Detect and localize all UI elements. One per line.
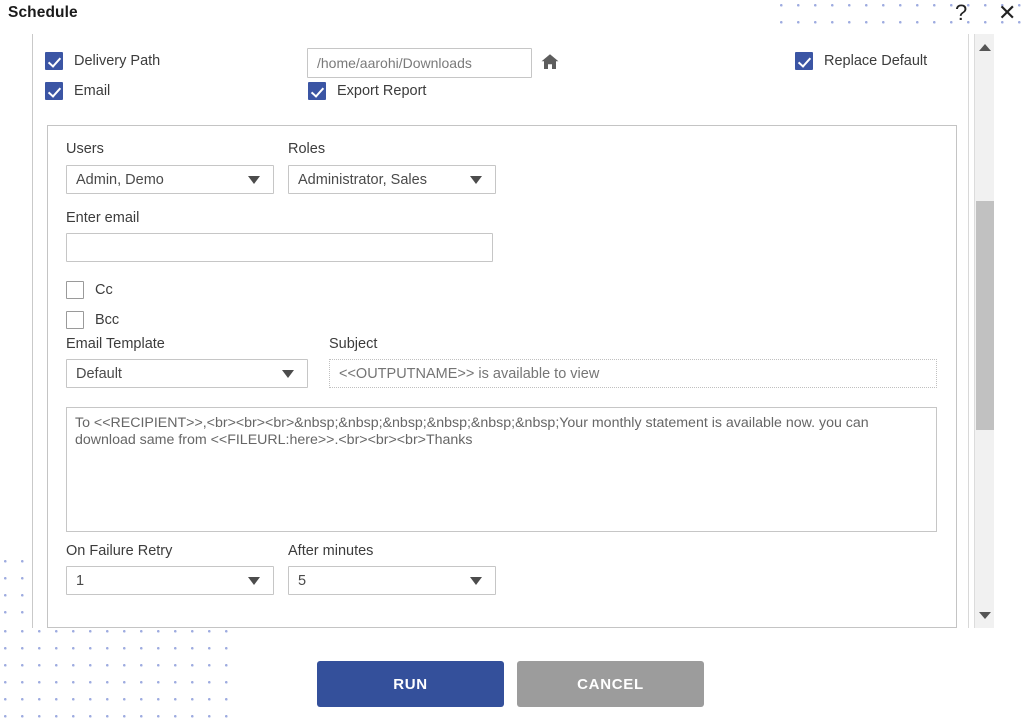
vertical-scrollbar[interactable]	[974, 34, 994, 628]
chevron-down-icon	[248, 576, 260, 585]
scrollbar-thumb[interactable]	[976, 201, 994, 430]
delivery-path-checkbox[interactable]	[45, 52, 63, 70]
on-failure-retry-value: 1	[76, 572, 85, 589]
users-label: Users	[66, 141, 104, 157]
scroll-up-button[interactable]	[975, 38, 995, 56]
schedule-dialog: Schedule ? ✕ Delivery Path Email Export …	[0, 0, 1026, 723]
cancel-button[interactable]: CANCEL	[517, 661, 704, 707]
help-icon[interactable]: ?	[955, 2, 967, 24]
home-icon[interactable]	[540, 52, 560, 72]
after-minutes-value: 5	[298, 572, 307, 589]
email-label: Email	[74, 83, 111, 99]
chevron-down-icon	[282, 369, 294, 378]
users-dropdown[interactable]: Admin, Demo	[66, 165, 274, 194]
email-template-label: Email Template	[66, 336, 165, 352]
decorative-dot-pattern-left	[0, 556, 32, 628]
decorative-dot-pattern-top-right	[776, 0, 1026, 34]
vertical-divider	[32, 34, 33, 628]
chevron-up-icon	[979, 43, 991, 51]
chevron-down-icon	[979, 611, 991, 619]
enter-email-label: Enter email	[66, 210, 140, 226]
bcc-label: Bcc	[95, 312, 120, 328]
after-minutes-dropdown[interactable]: 5	[288, 566, 496, 595]
chevron-down-icon	[248, 175, 260, 184]
chevron-down-icon	[470, 576, 482, 585]
email-template-dropdown[interactable]: Default	[66, 359, 308, 388]
email-template-value: Default	[76, 365, 122, 382]
decorative-dot-pattern-bottom-left	[0, 626, 241, 723]
on-failure-retry-dropdown[interactable]: 1	[66, 566, 274, 595]
roles-label: Roles	[288, 141, 326, 157]
bcc-checkbox[interactable]	[66, 311, 84, 329]
schedule-form-panel: Users Admin, Demo Roles Administrator, S…	[47, 125, 957, 628]
enter-email-input[interactable]	[66, 233, 493, 262]
delivery-path-label: Delivery Path	[74, 53, 161, 69]
close-icon[interactable]: ✕	[998, 2, 1016, 24]
email-body-textarea[interactable]: To <<RECIPIENT>>,<br><br><br>&nbsp;&nbsp…	[66, 407, 937, 532]
replace-default-checkbox[interactable]	[795, 52, 813, 70]
replace-default-label: Replace Default	[824, 53, 928, 69]
delivery-path-input[interactable]	[307, 48, 532, 78]
roles-value: Administrator, Sales	[298, 171, 427, 188]
on-failure-retry-label: On Failure Retry	[66, 543, 173, 559]
replace-default-checkbox-row[interactable]: Replace Default	[795, 52, 927, 70]
cc-label: Cc	[95, 282, 113, 298]
scroll-down-button[interactable]	[975, 606, 995, 624]
export-report-label: Export Report	[337, 83, 427, 99]
bcc-checkbox-row[interactable]: Bcc	[66, 311, 119, 329]
email-checkbox-row[interactable]: Email	[45, 82, 110, 100]
export-report-checkbox-row[interactable]: Export Report	[308, 82, 426, 100]
scrollbar-divider	[968, 34, 969, 628]
export-report-checkbox[interactable]	[308, 82, 326, 100]
chevron-down-icon	[470, 175, 482, 184]
roles-dropdown[interactable]: Administrator, Sales	[288, 165, 496, 194]
run-button[interactable]: RUN	[317, 661, 504, 707]
cc-checkbox[interactable]	[66, 281, 84, 299]
after-minutes-label: After minutes	[288, 543, 374, 559]
cc-checkbox-row[interactable]: Cc	[66, 281, 113, 299]
users-value: Admin, Demo	[76, 171, 164, 188]
page-title: Schedule	[8, 4, 78, 21]
delivery-path-checkbox-row[interactable]: Delivery Path	[45, 52, 160, 70]
email-checkbox[interactable]	[45, 82, 63, 100]
subject-input[interactable]	[329, 359, 937, 388]
subject-label: Subject	[329, 336, 378, 352]
